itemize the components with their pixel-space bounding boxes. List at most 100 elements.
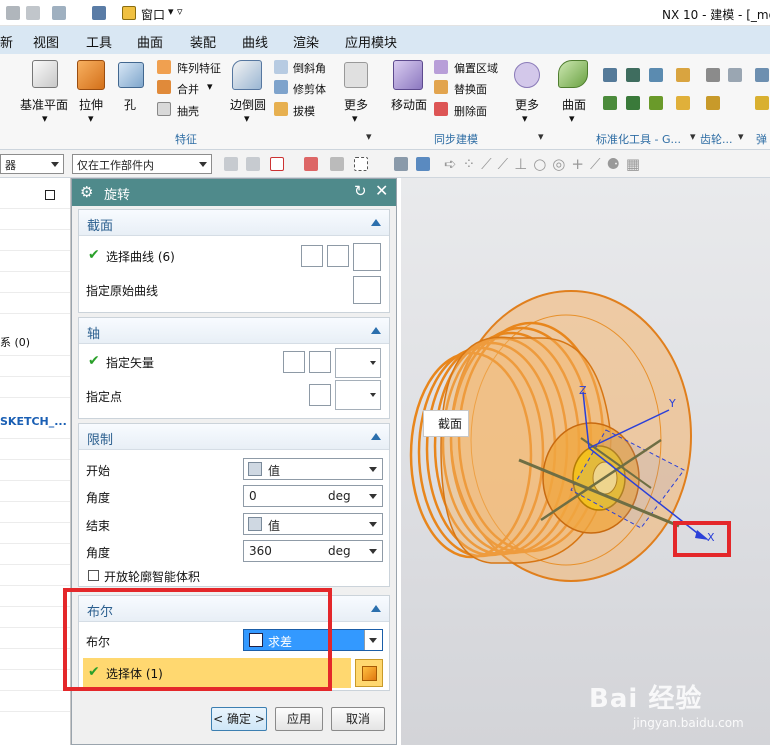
draft-button[interactable]: 拔模 — [293, 103, 315, 119]
start-angle-input[interactable]: 0 deg — [243, 485, 383, 507]
gear-tool-icon-2[interactable] — [728, 68, 742, 82]
menu-surface[interactable]: 曲面 — [137, 32, 163, 51]
collapse-icon[interactable] — [371, 433, 381, 440]
more-sync-button[interactable]: 更多 — [515, 96, 539, 113]
move-face-button[interactable]: 移动面 — [391, 96, 427, 113]
section-header[interactable]: 截面 — [79, 210, 389, 236]
surface-button[interactable]: 曲面 — [562, 96, 586, 113]
unite-button[interactable]: 合并 — [177, 81, 199, 97]
point-dialog-icon[interactable] — [309, 384, 331, 406]
end-mode-select[interactable]: 值 — [243, 513, 383, 535]
edge-blend-button[interactable]: 边倒圆 — [230, 96, 266, 113]
original-curve-label[interactable]: 指定原始曲线 — [86, 282, 158, 299]
solid-body-icon[interactable] — [355, 659, 383, 687]
close-icon[interactable]: ✕ — [375, 181, 388, 200]
std-tool-icon-5[interactable] — [603, 96, 617, 110]
end-angle-input[interactable]: 360 deg — [243, 540, 383, 562]
maximize-icon[interactable] — [45, 190, 55, 200]
trim-body-icon — [274, 80, 288, 94]
snap-icon-5[interactable] — [394, 157, 408, 171]
reset-icon[interactable]: ↻ — [354, 182, 367, 200]
chevron-down-icon: ▾ — [522, 112, 528, 125]
snap-icon-4[interactable] — [330, 157, 344, 171]
reverse-direction-icon[interactable] — [283, 351, 305, 373]
pattern-feature-button[interactable]: 阵列特征 — [177, 60, 221, 76]
cancel-button[interactable]: 取消 — [331, 707, 385, 731]
menu-render[interactable]: 渲染 — [293, 32, 319, 51]
gear-tool-icon-3[interactable] — [706, 96, 720, 110]
window-icon[interactable] — [122, 6, 136, 20]
select-all-icon[interactable] — [270, 157, 284, 171]
limits-header[interactable]: 限制 — [79, 424, 389, 450]
specify-vector-label[interactable]: 指定矢量 — [106, 354, 154, 371]
select-curve-label[interactable]: 选择曲线 (6) — [106, 248, 175, 265]
selection-scope-combo[interactable]: 仅在工作部件内 — [72, 154, 212, 174]
snap-icon-6[interactable] — [416, 157, 430, 171]
window-menu-arrow[interactable]: ▾ ▿ — [168, 5, 183, 18]
original-curve-icon[interactable] — [353, 276, 381, 304]
collapse-icon[interactable] — [371, 219, 381, 226]
gear-tool-icon-1[interactable] — [706, 68, 720, 82]
trim-body-button[interactable]: 修剪体 — [293, 81, 326, 97]
nav-item-coord-sys[interactable]: 系 (0) — [0, 334, 30, 350]
more-feature-button[interactable]: 更多 — [344, 96, 368, 113]
menu-assembly[interactable]: 装配 — [190, 32, 216, 51]
spring-tool-icon-1[interactable] — [755, 68, 769, 82]
end-angle-value: 360 — [249, 544, 272, 558]
chamfer-button[interactable]: 倒斜角 — [293, 60, 326, 76]
snap-icon-1[interactable] — [224, 157, 238, 171]
touch-mode-icon[interactable] — [92, 6, 106, 20]
spring-tool-icon-2[interactable] — [755, 96, 769, 110]
replace-face-button[interactable]: 替换面 — [454, 81, 487, 97]
collapse-icon[interactable] — [371, 605, 381, 612]
delete-face-button[interactable]: 删除面 — [454, 103, 487, 119]
extrude-button[interactable]: 拉伸 — [79, 96, 103, 113]
axis-header[interactable]: 轴 — [79, 318, 389, 344]
redo-icon[interactable] — [26, 6, 40, 20]
ok-button[interactable]: < 确定 > — [211, 707, 267, 731]
chevron-down-icon[interactable] — [369, 494, 377, 499]
start-mode-select[interactable]: 值 — [243, 458, 383, 480]
std-tool-icon-6[interactable] — [626, 96, 640, 110]
std-tool-icon-7[interactable] — [649, 96, 663, 110]
curve-section-icon[interactable] — [353, 243, 381, 271]
sketch-section-icon[interactable] — [327, 245, 349, 267]
std-tool-icon-1[interactable] — [603, 68, 617, 82]
collapse-icon[interactable] — [371, 327, 381, 334]
undo-icon[interactable] — [6, 6, 20, 20]
menu-new[interactable]: 新 — [0, 32, 13, 51]
menu-tools[interactable]: 工具 — [86, 32, 112, 51]
apply-button[interactable]: 应用 — [275, 707, 323, 731]
gear-icon[interactable]: ⚙ — [80, 183, 93, 201]
group-sync-label: 同步建模 — [434, 133, 478, 146]
nav-item-sketch[interactable]: SKETCH_... — [0, 415, 67, 428]
vector-dialog-icon[interactable] — [309, 351, 331, 373]
snap-icon-2[interactable] — [246, 157, 260, 171]
type-filter-combo[interactable]: 器 — [0, 154, 64, 174]
open-profile-checkbox[interactable] — [88, 570, 99, 581]
chevron-down-icon[interactable] — [369, 549, 377, 554]
snap-icon-3[interactable] — [304, 157, 318, 171]
graphics-viewport[interactable]: Z Y X 截面 Bai 经验 jingyan.baidu.com — [401, 178, 770, 745]
cut-icon[interactable] — [52, 6, 66, 20]
window-menu[interactable]: 窗口 — [141, 6, 165, 23]
pattern-feature-icon — [157, 60, 171, 74]
shell-button[interactable]: 抽壳 — [177, 103, 199, 119]
open-profile-label[interactable]: 开放轮廓智能体积 — [104, 568, 200, 585]
snap-points-icons[interactable]: ➪⁘⟋⟋⊥○◎+⟋⚈▦ — [444, 155, 646, 173]
menu-view[interactable]: 视图 — [33, 32, 59, 51]
offset-region-button[interactable]: 偏置区域 — [454, 60, 498, 76]
hole-button[interactable]: 孔 — [124, 96, 136, 113]
menu-curve[interactable]: 曲线 — [242, 32, 268, 51]
rectangle-select-icon[interactable] — [354, 157, 368, 171]
menu-application[interactable]: 应用模块 — [345, 32, 397, 51]
std-tool-icon-4[interactable] — [676, 68, 690, 82]
std-tool-icon-3[interactable] — [649, 68, 663, 82]
std-tool-icon-8[interactable] — [676, 96, 690, 110]
specify-point-label[interactable]: 指定点 — [86, 388, 122, 405]
curve-rule-icon[interactable] — [301, 245, 323, 267]
point-type-dropdown[interactable] — [335, 380, 381, 410]
std-tool-icon-2[interactable] — [626, 68, 640, 82]
vector-type-dropdown[interactable] — [335, 348, 381, 378]
datum-plane-button[interactable]: 基准平面 — [20, 96, 68, 113]
